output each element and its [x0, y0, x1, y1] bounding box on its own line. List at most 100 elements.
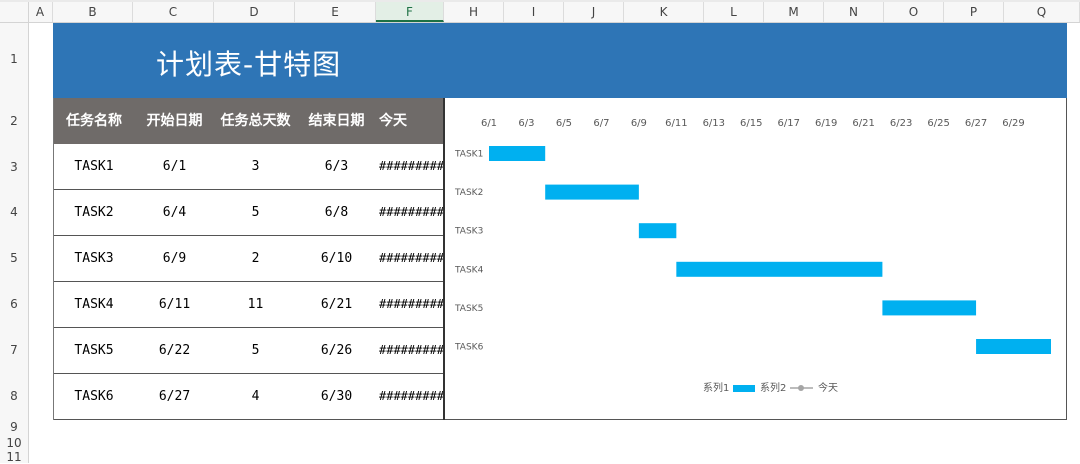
- column-header-f[interactable]: F: [376, 2, 444, 22]
- column-header-b[interactable]: B: [53, 2, 133, 22]
- task-name-cell[interactable]: TASK6: [54, 374, 134, 419]
- row-header-10[interactable]: 10: [0, 436, 28, 450]
- row-header-1[interactable]: 1: [0, 52, 28, 66]
- task-name-cell[interactable]: TASK5: [54, 328, 134, 373]
- page-title: 计划表-甘特图: [156, 48, 342, 81]
- x-tick-label: 6/21: [852, 118, 874, 129]
- column-header-m[interactable]: M: [764, 2, 824, 22]
- row-header-8[interactable]: 8: [0, 389, 28, 403]
- end-date-cell[interactable]: 6/8: [296, 190, 377, 235]
- today-cell[interactable]: #########: [377, 236, 444, 281]
- column-header-e[interactable]: E: [295, 2, 376, 22]
- end-date-cell[interactable]: 6/21: [296, 282, 377, 327]
- task-name-cell[interactable]: TASK4: [54, 282, 134, 327]
- x-tick-label: 6/29: [1002, 118, 1024, 129]
- gantt-bar: [882, 300, 977, 316]
- legend-series2-label: 系列2: [760, 381, 786, 394]
- row-header-bar: 1 2 3 4 5 6 7 8 9 10 11: [0, 23, 29, 464]
- header-today[interactable]: 今天: [377, 98, 447, 144]
- header-start-date[interactable]: 开始日期: [134, 98, 215, 144]
- column-header-bar: ABCDEFHIJKLMNOPQ: [0, 0, 1080, 23]
- legend-series1-label: 系列1: [703, 381, 729, 394]
- end-date-cell[interactable]: 6/10: [296, 236, 377, 281]
- gantt-bar: [638, 223, 677, 239]
- gantt-chart-svg: 6/1 6/3 6/5 6/7 6/9 6/11 6/13 6/15 6/17 6/19 6/21 6…: [454, 118, 1051, 394]
- row-header-7[interactable]: 7: [0, 343, 28, 357]
- row-header-3[interactable]: 3: [0, 160, 28, 174]
- start-date-cell[interactable]: 6/11: [134, 282, 215, 327]
- column-header-d[interactable]: D: [214, 2, 295, 22]
- gantt-bar: [976, 339, 1051, 354]
- row-header-2[interactable]: 2: [0, 114, 28, 128]
- start-date-cell[interactable]: 6/27: [134, 374, 215, 419]
- table-header-row: 任务名称 开始日期 任务总天数 结束日期 今天: [54, 98, 445, 144]
- x-tick-label: 6/15: [740, 118, 762, 129]
- today-cell[interactable]: #########: [377, 282, 444, 327]
- row-header-5[interactable]: 5: [0, 251, 28, 265]
- x-tick-label: 6/9: [631, 118, 647, 129]
- total-days-cell[interactable]: 4: [215, 374, 296, 419]
- column-header-l[interactable]: L: [704, 2, 764, 22]
- gantt-bar: [489, 146, 546, 161]
- row-header-9[interactable]: 9: [0, 420, 28, 434]
- start-date-cell[interactable]: 6/1: [134, 144, 215, 189]
- start-date-cell[interactable]: 6/9: [134, 236, 215, 281]
- select-all-corner[interactable]: [0, 2, 29, 22]
- legend-series2-swatch: [733, 385, 755, 392]
- column-header-i[interactable]: I: [504, 2, 564, 22]
- row-header-4[interactable]: 4: [0, 205, 28, 219]
- x-tick-label: 6/7: [593, 118, 609, 129]
- total-days-cell[interactable]: 5: [215, 328, 296, 373]
- column-header-k[interactable]: K: [624, 2, 704, 22]
- today-cell[interactable]: #########: [377, 190, 444, 235]
- x-tick-label: 6/5: [556, 118, 572, 129]
- column-header-n[interactable]: N: [824, 2, 884, 22]
- y-category-label: TASK5: [454, 304, 483, 314]
- x-tick-label: 6/11: [665, 118, 687, 129]
- column-header-c[interactable]: C: [133, 2, 214, 22]
- x-tick-label: 6/23: [890, 118, 912, 129]
- legend-today-marker: [798, 385, 804, 391]
- title-banner: 计划表-甘特图: [53, 23, 1067, 98]
- today-cell[interactable]: #########: [377, 374, 444, 419]
- row-header-11[interactable]: 11: [0, 450, 28, 464]
- x-tick-label: 6/3: [518, 118, 534, 129]
- start-date-cell[interactable]: 6/22: [134, 328, 215, 373]
- end-date-cell[interactable]: 6/30: [296, 374, 377, 419]
- table-row: TASK3 6/9 2 6/10 #########: [54, 236, 444, 282]
- y-category-label: TASK1: [454, 150, 483, 160]
- gantt-bar: [545, 184, 639, 200]
- total-days-cell[interactable]: 5: [215, 190, 296, 235]
- column-header-h[interactable]: H: [444, 2, 504, 22]
- x-tick-label: 6/13: [703, 118, 725, 129]
- gantt-chart[interactable]: 6/1 6/3 6/5 6/7 6/9 6/11 6/13 6/15 6/17 6/19 6/21 6…: [444, 98, 1067, 420]
- task-name-cell[interactable]: TASK3: [54, 236, 134, 281]
- task-table: 任务名称 开始日期 任务总天数 结束日期 今天 TASK1 6/1 3 6/3 ####…: [53, 98, 445, 420]
- table-row: TASK5 6/22 5 6/26 #########: [54, 328, 444, 374]
- column-header-o[interactable]: O: [884, 2, 944, 22]
- x-tick-label: 6/1: [481, 118, 497, 129]
- row-header-6[interactable]: 6: [0, 297, 28, 311]
- start-date-cell[interactable]: 6/4: [134, 190, 215, 235]
- column-header-p[interactable]: P: [944, 2, 1004, 22]
- today-cell[interactable]: #########: [377, 144, 444, 189]
- header-task-name[interactable]: 任务名称: [54, 98, 134, 144]
- gantt-bar: [676, 261, 883, 277]
- column-header-a[interactable]: A: [28, 2, 53, 22]
- table-row: TASK6 6/27 4 6/30 #########: [54, 374, 444, 420]
- column-header-q[interactable]: Q: [1004, 2, 1080, 22]
- table-chart-divider: [443, 98, 445, 420]
- task-name-cell[interactable]: TASK2: [54, 190, 134, 235]
- task-name-cell[interactable]: TASK1: [54, 144, 134, 189]
- y-category-label: TASK4: [454, 265, 484, 275]
- end-date-cell[interactable]: 6/26: [296, 328, 377, 373]
- header-end-date[interactable]: 结束日期: [296, 98, 377, 144]
- total-days-cell[interactable]: 2: [215, 236, 296, 281]
- today-cell[interactable]: #########: [377, 328, 444, 373]
- column-header-j[interactable]: J: [564, 2, 624, 22]
- table-row: TASK1 6/1 3 6/3 #########: [54, 144, 444, 190]
- total-days-cell[interactable]: 11: [215, 282, 296, 327]
- total-days-cell[interactable]: 3: [215, 144, 296, 189]
- end-date-cell[interactable]: 6/3: [296, 144, 377, 189]
- header-total-days[interactable]: 任务总天数: [215, 98, 296, 144]
